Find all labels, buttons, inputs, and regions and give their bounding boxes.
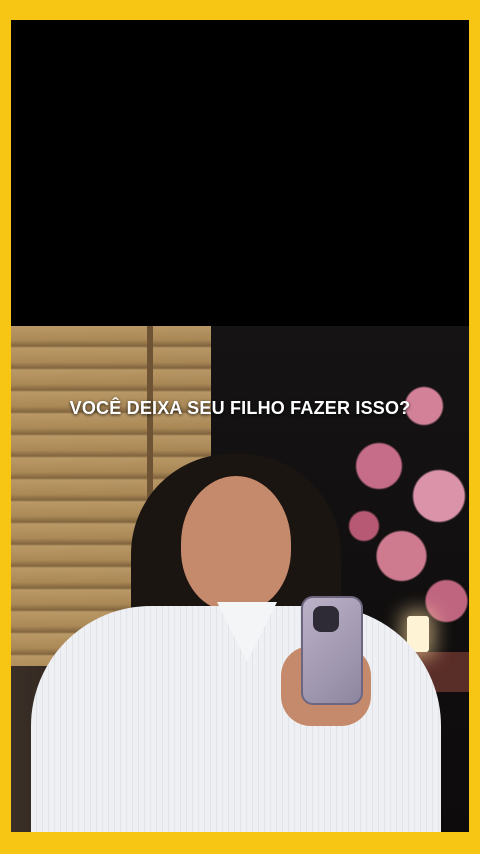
camera-lens-icon [313, 606, 339, 632]
person-face [181, 476, 291, 611]
video-frame[interactable]: VOCÊ DEIXA SEU FILHO FAZER ISSO? [11, 20, 469, 832]
yellow-border-background: { "video": { "caption": "VOCÊ DEIXA SEU … [0, 0, 480, 854]
video-caption: VOCÊ DEIXA SEU FILHO FAZER ISSO? [69, 398, 411, 418]
video-letterbox-top [11, 20, 469, 326]
smartphone [301, 596, 363, 705]
